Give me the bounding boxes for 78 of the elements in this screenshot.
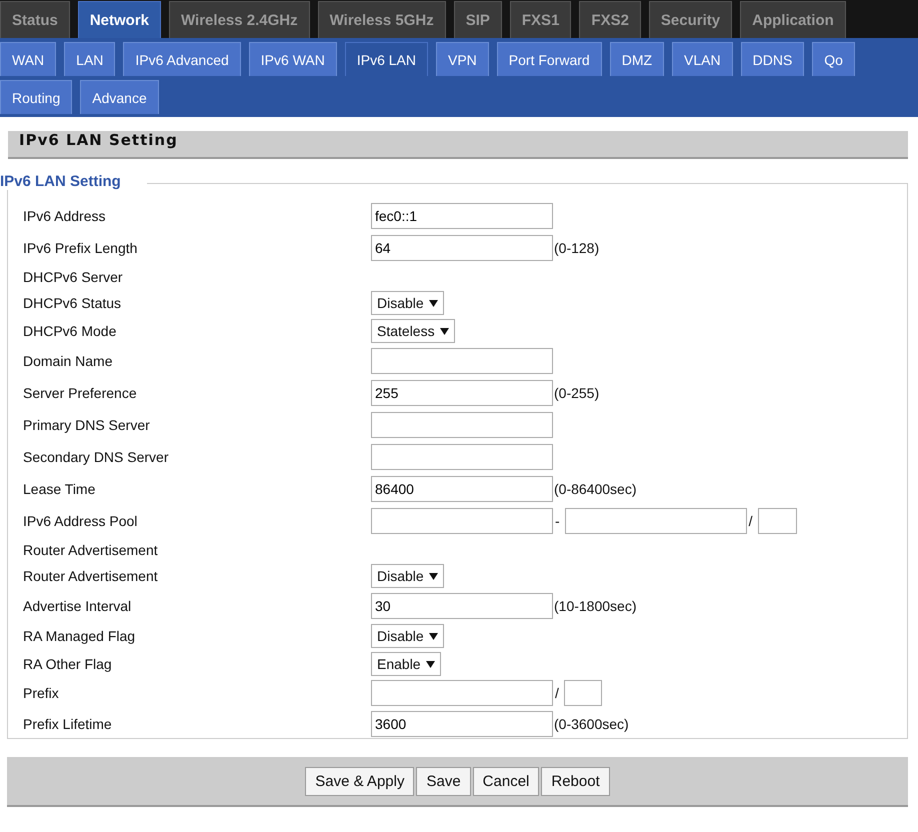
field-label: Advertise Interval <box>23 598 132 614</box>
input-field[interactable] <box>371 508 553 534</box>
separator-text: / <box>554 685 560 701</box>
separator-text: - <box>554 513 561 529</box>
field-label: Router Advertisement <box>23 568 159 584</box>
dropdown[interactable]: Disable <box>371 564 444 588</box>
sub-tab[interactable]: Routing <box>0 80 72 114</box>
field-label: Secondary DNS Server <box>23 449 170 465</box>
field-label: IPv6 Address Pool <box>23 513 138 529</box>
range-hint: (0-255) <box>554 385 600 401</box>
main-tab[interactable]: Application <box>740 1 846 38</box>
sub-tab[interactable]: VPN <box>436 42 489 76</box>
input-field[interactable] <box>758 508 797 534</box>
dropdown[interactable]: Disable <box>371 624 444 648</box>
input-field[interactable]: 255 <box>371 380 553 406</box>
main-tab[interactable]: FXS2 <box>579 1 641 38</box>
field-label: Primary DNS Server <box>23 417 151 433</box>
dropdown-caret-icon <box>428 572 438 580</box>
field-label: Server Preference <box>23 385 138 401</box>
dropdown[interactable]: Enable <box>371 652 441 676</box>
input-field[interactable] <box>371 348 553 374</box>
sub-tab[interactable]: IPv6 LAN <box>344 42 428 76</box>
field-label: RA Other Flag <box>23 656 113 672</box>
action-button[interactable]: Save & Apply <box>305 766 414 796</box>
field-label: Router Advertisement <box>23 542 159 558</box>
action-button[interactable]: Reboot <box>541 766 610 796</box>
field-label: Prefix <box>23 685 60 701</box>
section-header: IPv6 LAN Setting <box>8 131 908 159</box>
sub-tab[interactable]: LAN <box>64 42 116 76</box>
range-hint: (0-128) <box>554 240 600 256</box>
sub-tab[interactable]: Port Forward <box>496 42 602 76</box>
sub-tab[interactable]: IPv6 WAN <box>248 42 337 76</box>
field-label: IPv6 Address <box>23 208 106 224</box>
separator-text: / <box>748 513 754 529</box>
dropdown[interactable]: Stateless <box>371 319 455 343</box>
sub-tab[interactable]: IPv6 Advanced <box>123 42 241 76</box>
main-tab[interactable]: Status <box>0 1 70 38</box>
main-tab[interactable]: Network <box>78 1 162 38</box>
sub-tab[interactable]: DDNS <box>740 42 804 76</box>
action-button[interactable]: Save <box>416 766 471 796</box>
main-tab[interactable]: Wireless 2.4GHz <box>169 1 310 38</box>
sub-tab[interactable]: VLAN <box>672 42 733 76</box>
field-label: RA Managed Flag <box>23 628 136 644</box>
input-field[interactable]: 64 <box>371 235 553 261</box>
field-label: DHCPv6 Server <box>23 268 124 284</box>
main-tab[interactable]: FXS1 <box>510 1 572 38</box>
field-label: IPv6 Prefix Length <box>23 240 138 256</box>
main-tab[interactable]: Wireless 5GHz <box>318 1 446 38</box>
input-field[interactable]: fec0::1 <box>371 203 553 229</box>
action-button[interactable]: Cancel <box>472 766 540 796</box>
range-hint: (10-1800sec) <box>554 598 636 614</box>
sub-tab[interactable]: Advance <box>80 80 159 114</box>
field-label: Domain Name <box>23 353 114 369</box>
sub-tab[interactable]: Qo <box>812 42 855 76</box>
field-label: DHCPv6 Status <box>23 295 122 311</box>
input-field[interactable] <box>371 680 553 706</box>
input-field[interactable] <box>371 412 553 438</box>
dropdown-caret-icon <box>428 300 438 306</box>
input-field[interactable] <box>564 508 747 534</box>
field-label: Prefix Lifetime <box>23 716 113 732</box>
main-tab[interactable]: Security <box>648 1 732 38</box>
range-hint: (0-3600sec) <box>554 716 629 732</box>
dropdown[interactable]: Disable <box>371 291 444 315</box>
field-label: Lease Time <box>23 481 96 497</box>
dropdown-caret-icon <box>440 328 449 334</box>
fieldset-legend: IPv6 LAN Setting <box>0 173 147 190</box>
dropdown-caret-icon <box>428 632 438 640</box>
input-field[interactable]: 3600 <box>371 711 553 737</box>
input-field[interactable] <box>564 680 602 706</box>
input-field[interactable]: 86400 <box>371 476 553 502</box>
input-field[interactable] <box>371 444 553 470</box>
sub-tab[interactable]: DMZ <box>610 42 664 76</box>
sub-tab[interactable]: WAN <box>0 42 56 76</box>
input-field[interactable]: 30 <box>371 593 553 619</box>
main-tab[interactable]: SIP <box>454 1 502 38</box>
field-label: DHCPv6 Mode <box>23 323 118 339</box>
range-hint: (0-86400sec) <box>554 481 636 497</box>
dropdown-caret-icon <box>426 660 435 668</box>
